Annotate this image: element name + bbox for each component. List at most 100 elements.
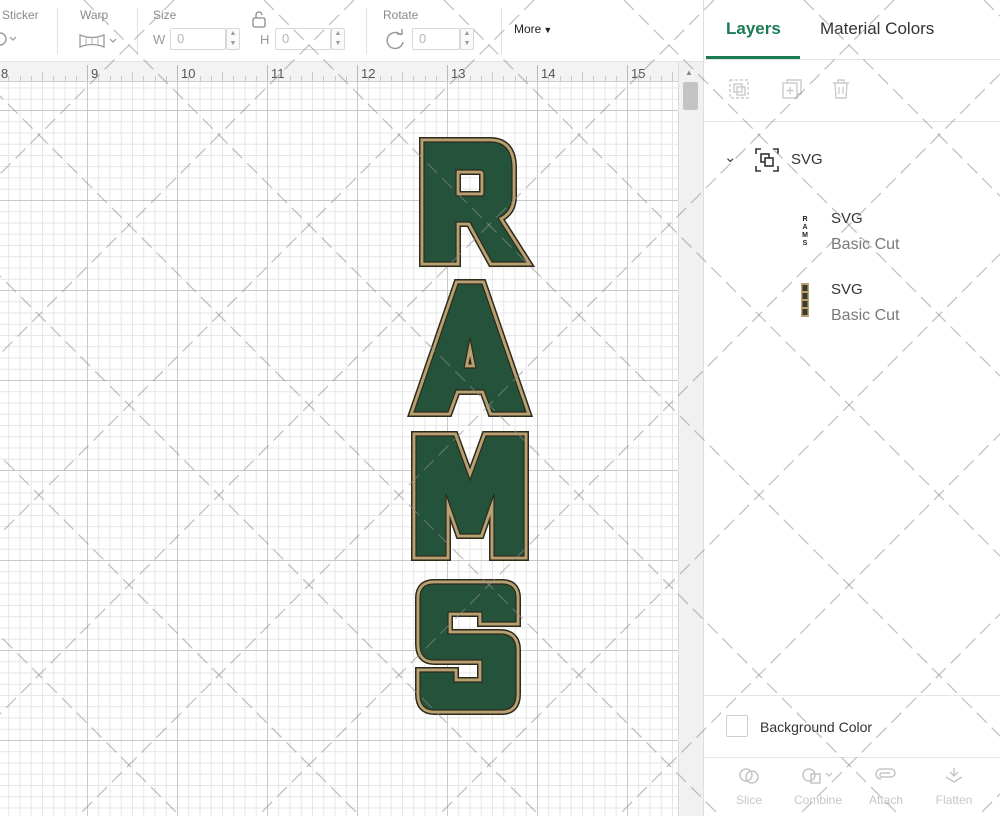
ruler-minor-tick (154, 76, 156, 81)
ruler-major-tick (357, 65, 358, 81)
svg-text:S: S (803, 240, 808, 246)
sticker-group[interactable]: Sticker (0, 0, 56, 62)
ruler-minor-tick (289, 76, 291, 81)
chevron-down-icon[interactable]: ⌄ (724, 148, 737, 166)
ruler-minor-tick (300, 76, 302, 81)
layer-item[interactable]: SVG Basic Cut (704, 279, 1000, 335)
ruler-label: 8 (1, 66, 9, 81)
ruler-minor-tick (278, 76, 280, 81)
ruler-minor-tick (503, 76, 505, 81)
layer-name: SVG (831, 210, 863, 227)
layers-panel: Layers Material Colors ⌄ SVG R A M S SVG… (703, 0, 1000, 816)
rotate-stepper[interactable]: ▲ ▼ (460, 28, 474, 50)
ruler-major-tick (627, 65, 628, 81)
lock-icon[interactable] (251, 10, 267, 28)
ruler-minor-tick (120, 76, 122, 81)
height-label: H (260, 32, 270, 47)
caret-down-icon: ▼ (543, 25, 553, 35)
ruler-minor-tick (312, 72, 313, 81)
width-stepper[interactable]: ▲ ▼ (226, 28, 240, 50)
toolbar-divider (57, 8, 58, 54)
letter-a[interactable] (406, 279, 534, 417)
height-field[interactable]: 0 (275, 28, 331, 50)
layer-item[interactable]: R A M S SVG Basic Cut (704, 208, 1000, 264)
attach-button[interactable]: Attach (856, 766, 916, 807)
ruler-minor-tick (109, 76, 111, 81)
ruler-minor-tick (649, 76, 651, 81)
ruler-minor-tick (638, 76, 640, 81)
layer-thumbnail: R A M S (801, 212, 809, 246)
ruler-minor-tick (143, 76, 145, 81)
ruler-minor-tick (458, 76, 460, 81)
design-canvas[interactable] (0, 82, 678, 816)
scroll-thumb[interactable] (683, 82, 698, 110)
ruler-minor-tick (525, 76, 527, 81)
toolbar-divider (366, 8, 367, 54)
slice-button[interactable]: Slice (719, 766, 779, 807)
ruler-minor-tick (75, 76, 77, 81)
ruler-minor-tick (435, 76, 437, 81)
ruler-minor-tick (199, 76, 201, 81)
rotate-icon (386, 29, 404, 50)
ruler-minor-tick (30, 76, 32, 81)
combine-button[interactable]: Combine (788, 766, 848, 807)
slice-icon (739, 768, 759, 784)
layer-thumbnail (801, 283, 809, 317)
ruler-minor-tick (165, 76, 167, 81)
duplicate-icon[interactable] (781, 78, 803, 100)
horizontal-ruler: 8 9 10 11 12 13 14 15 (0, 62, 678, 82)
ruler-minor-tick (8, 76, 10, 81)
divider (704, 121, 1000, 122)
letter-inner (419, 583, 517, 711)
ruler-minor-tick (345, 76, 347, 81)
divider (704, 757, 1000, 758)
ruler-minor-tick (64, 76, 66, 81)
letter-s[interactable] (415, 579, 521, 715)
ruler-minor-tick (492, 72, 493, 81)
ruler-minor-tick (604, 76, 606, 81)
ruler-minor-tick (469, 76, 471, 81)
more-button[interactable]: More ▼ (514, 22, 552, 36)
group-icon[interactable] (728, 78, 750, 100)
size-group: Size W 0 ▲ ▼ H 0 ▲ ▼ (140, 0, 360, 62)
flatten-icon (945, 768, 963, 783)
ruler-minor-tick (53, 76, 55, 81)
scroll-up-arrow-icon[interactable]: ▲ (685, 68, 693, 77)
rotate-field[interactable]: 0 (412, 28, 460, 50)
letter-r[interactable] (419, 137, 536, 267)
layer-group-row[interactable]: ⌄ SVG (704, 140, 1000, 180)
ruler-minor-tick (210, 76, 212, 81)
layer-name: SVG (831, 281, 863, 298)
ruler-minor-tick (244, 76, 246, 81)
rotate-group: Rotate 0 ▲ ▼ (370, 0, 500, 62)
ruler-major-tick (177, 65, 178, 81)
warp-icon[interactable] (78, 32, 120, 50)
ruler-minor-tick (188, 76, 190, 81)
svg-text:R: R (802, 216, 807, 223)
rams-letters[interactable] (406, 137, 536, 715)
ruler-minor-tick (222, 72, 223, 81)
letter-m[interactable] (411, 431, 529, 561)
ruler-minor-tick (390, 76, 392, 81)
rams-artwork[interactable] (400, 132, 540, 732)
vertical-scrollbar[interactable]: ▲ (678, 62, 703, 816)
divider (704, 59, 1000, 60)
height-stepper[interactable]: ▲ ▼ (331, 28, 345, 50)
delete-icon[interactable] (830, 78, 852, 100)
ruler-major-tick (537, 65, 538, 81)
ruler-minor-tick (593, 76, 595, 81)
ruler-minor-tick (480, 76, 482, 81)
slice-label: Slice (735, 793, 762, 807)
more-label: More (514, 22, 542, 36)
warp-group[interactable]: Warp (60, 0, 140, 62)
tab-layers[interactable]: Layers (726, 19, 781, 39)
edit-toolbar: Sticker Warp Size W 0 ▲▼ H 0 ▲▼ Rotate (0, 0, 703, 62)
ruler-minor-tick (255, 76, 257, 81)
background-color-label: Background Color (760, 719, 873, 735)
svg-text:A: A (802, 224, 807, 231)
flatten-button[interactable]: Flatten (924, 766, 984, 807)
sticker-icon[interactable] (0, 31, 16, 47)
tab-material-colors[interactable]: Material Colors (820, 19, 934, 39)
width-field[interactable]: 0 (170, 28, 226, 50)
background-color-swatch[interactable] (726, 715, 748, 737)
